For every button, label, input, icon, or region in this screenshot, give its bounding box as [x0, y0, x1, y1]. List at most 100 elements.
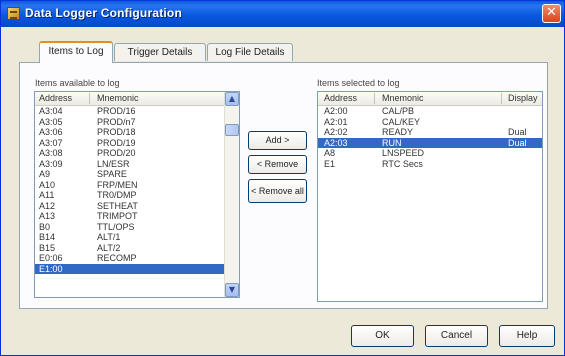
- selected-items-list[interactable]: Address Mnemonic Display A2:00 CAL/PB A2:0…: [317, 91, 543, 302]
- list-item[interactable]: E1 RTC Secs: [318, 159, 542, 170]
- list-item[interactable]: A9 SPARE: [35, 169, 226, 180]
- list-item[interactable]: A10 FRP/MEN: [35, 180, 226, 191]
- list-item[interactable]: A3:07 PROD/19: [35, 138, 226, 149]
- cell-mnemonic: ALT/2: [97, 242, 121, 253]
- cell-display: Dual: [508, 127, 527, 137]
- list-item[interactable]: A3:09 LN/ESR: [35, 159, 226, 170]
- cell-mnemonic: PROD/20: [97, 148, 136, 158]
- close-button[interactable]: ✕: [542, 4, 561, 23]
- cell-mnemonic: LNSPEED: [382, 148, 425, 158]
- dialog-window: Data Logger Configuration ✕ Items to Log…: [0, 0, 565, 356]
- list-item[interactable]: B14 ALT/1: [35, 232, 226, 243]
- column-divider[interactable]: [501, 93, 502, 104]
- list-item[interactable]: A3:08 PROD/20: [35, 148, 226, 159]
- list-item[interactable]: A2:02 READY Dual: [318, 127, 542, 138]
- cell-mnemonic: LN/ESR: [97, 158, 130, 169]
- cell-mnemonic: TR0/DMP: [97, 190, 137, 200]
- cell-address: E1: [324, 158, 336, 169]
- list-item[interactable]: A2:00 CAL/PB: [318, 106, 542, 117]
- cell-address: A3:04: [39, 106, 63, 116]
- cell-address: A13: [39, 211, 56, 221]
- list-item[interactable]: B15 ALT/2: [35, 243, 226, 254]
- available-list-header: Address Mnemonic: [35, 92, 226, 106]
- cell-address: B15: [39, 242, 56, 253]
- available-rows: A3:04 PROD/16 A3:05 PROD/n7 A3:06 PROD/18 A3:0…: [35, 106, 226, 274]
- remove-all-button[interactable]: < Remove all: [248, 179, 307, 203]
- cell-address: E0:06: [39, 253, 63, 263]
- cell-address: A3:07: [39, 137, 63, 148]
- list-item[interactable]: A3:06 PROD/18: [35, 127, 226, 138]
- list-item[interactable]: A11 TR0/DMP: [35, 190, 226, 201]
- cell-mnemonic: READY: [382, 127, 414, 137]
- tab-trigger-details[interactable]: Trigger Details: [114, 43, 206, 61]
- remove-button[interactable]: < Remove: [248, 155, 307, 174]
- selected-header-mnemonic[interactable]: Mnemonic: [382, 93, 424, 103]
- list-item[interactable]: E0:06 RECOMP: [35, 253, 226, 264]
- app-icon: [7, 7, 20, 20]
- list-item[interactable]: A2:03 RUN Dual: [318, 137, 542, 148]
- cell-address: A2:03: [324, 137, 348, 148]
- tab-log-file-details[interactable]: Log File Details: [207, 43, 293, 61]
- cell-mnemonic: PROD/16: [97, 106, 136, 116]
- cell-address: A12: [39, 200, 56, 211]
- cell-address: E1:00: [39, 263, 63, 274]
- column-divider[interactable]: [89, 93, 90, 104]
- available-header-mnemonic[interactable]: Mnemonic: [97, 93, 139, 103]
- list-item[interactable]: A8 LNSPEED: [318, 148, 542, 159]
- add-button[interactable]: Add >: [248, 131, 307, 150]
- scroll-up-icon[interactable]: ▲: [225, 92, 239, 106]
- cell-mnemonic: PROD/19: [97, 137, 136, 148]
- list-item[interactable]: A3:04 PROD/16: [35, 106, 226, 117]
- available-items-label: Items available to log: [35, 78, 120, 88]
- selected-header-address[interactable]: Address: [324, 93, 357, 103]
- cell-address: A3:08: [39, 148, 63, 158]
- list-item[interactable]: A3:05 PROD/n7: [35, 117, 226, 128]
- cell-mnemonic: CAL/PB: [382, 106, 415, 116]
- cell-address: A2:02: [324, 127, 348, 137]
- selected-header-display[interactable]: Display: [508, 93, 538, 103]
- available-header-address[interactable]: Address: [39, 93, 72, 103]
- cell-address: A2:01: [324, 116, 348, 127]
- scroll-thumb[interactable]: [225, 124, 239, 136]
- scroll-down-icon[interactable]: ▼: [225, 283, 239, 297]
- cell-mnemonic: RECOMP: [97, 253, 137, 263]
- cell-address: A2:00: [324, 106, 348, 116]
- cell-address: A8: [324, 148, 336, 158]
- list-item[interactable]: A12 SETHEAT: [35, 201, 226, 212]
- cell-mnemonic: TRIMPOT: [97, 211, 138, 221]
- cancel-button[interactable]: Cancel: [425, 325, 488, 347]
- cell-mnemonic: TTL/OPS: [97, 221, 135, 232]
- cell-address: A9: [39, 169, 51, 179]
- cell-display: Dual: [508, 137, 527, 148]
- cell-mnemonic: FRP/MEN: [97, 179, 138, 190]
- selected-list-header: Address Mnemonic Display: [318, 92, 542, 106]
- cell-mnemonic: PROD/18: [97, 127, 136, 137]
- column-divider[interactable]: [374, 93, 375, 104]
- cell-address: B0: [39, 221, 51, 232]
- cell-address: A3:09: [39, 158, 63, 169]
- cell-mnemonic: SETHEAT: [97, 200, 138, 211]
- selected-items-label: Items selected to log: [317, 78, 400, 88]
- help-button[interactable]: Help: [499, 325, 555, 347]
- list-item[interactable]: A2:01 CAL/KEY: [318, 117, 542, 128]
- selected-rows: A2:00 CAL/PB A2:01 CAL/KEY A2:02 READY Dual A2:…: [318, 106, 542, 169]
- title-bar[interactable]: Data Logger Configuration ✕: [1, 1, 564, 27]
- list-item[interactable]: B0 TTL/OPS: [35, 222, 226, 233]
- cell-address: A3:05: [39, 116, 63, 127]
- list-item[interactable]: E1:00: [35, 263, 226, 274]
- window-title: Data Logger Configuration: [25, 6, 182, 20]
- cell-address: B14: [39, 232, 56, 242]
- cell-mnemonic: ALT/1: [97, 232, 121, 242]
- cell-mnemonic: PROD/n7: [97, 116, 136, 127]
- cell-address: A3:06: [39, 127, 63, 137]
- list-item[interactable]: A13 TRIMPOT: [35, 211, 226, 222]
- cell-address: A10: [39, 179, 56, 190]
- cell-mnemonic: RUN: [382, 137, 402, 148]
- available-items-list[interactable]: Address Mnemonic A3:04 PROD/16 A3:05 PROD/n…: [34, 91, 240, 298]
- cell-mnemonic: CAL/KEY: [382, 116, 421, 127]
- cell-mnemonic: RTC Secs: [382, 158, 423, 169]
- cell-address: A11: [39, 190, 55, 200]
- tab-items-to-log[interactable]: Items to Log: [39, 41, 113, 63]
- ok-button[interactable]: OK: [351, 325, 414, 347]
- available-scrollbar[interactable]: ▲ ▼: [224, 92, 239, 297]
